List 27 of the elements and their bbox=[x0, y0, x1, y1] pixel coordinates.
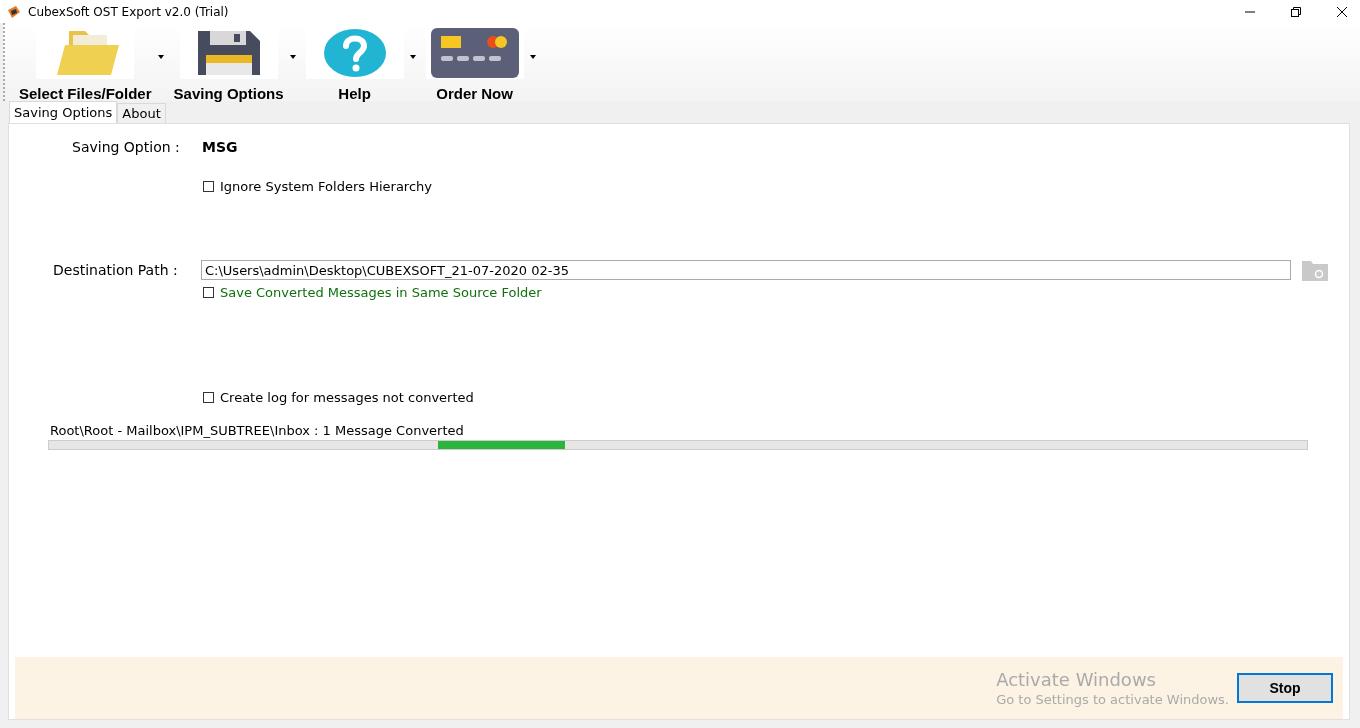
destination-path-label: Destination Path : bbox=[53, 262, 179, 278]
toolbar-button[interactable]: Select Files/Folder bbox=[19, 22, 152, 102]
window-title: CubexSoft OST Export v2.0 (Trial) bbox=[28, 4, 229, 19]
dropdown-caret-icon[interactable] bbox=[289, 55, 296, 59]
credit-card-icon bbox=[430, 27, 519, 78]
help-icon bbox=[322, 27, 387, 78]
dropdown-caret-icon[interactable] bbox=[409, 55, 416, 59]
restore-icon[interactable] bbox=[1290, 5, 1302, 18]
activation-hint: Go to Settings to activate Windows. bbox=[996, 692, 1229, 707]
saving-option-value: MSG bbox=[202, 139, 238, 155]
saving-option-label: Saving Option : bbox=[72, 139, 181, 155]
destination-path-field[interactable]: C:\Users\admin\Desktop\CUBEXSOFT_21-07-2020 02-35 bbox=[201, 260, 1291, 280]
checkbox[interactable] bbox=[203, 287, 214, 298]
checkbox[interactable] bbox=[203, 181, 214, 192]
dropdown-caret-icon[interactable] bbox=[157, 55, 164, 59]
checkbox[interactable] bbox=[203, 392, 214, 403]
tab[interactable]: Saving Options bbox=[9, 101, 118, 123]
checkbox-label: Save Converted Messages in Same Source Folder bbox=[220, 285, 542, 300]
close-icon[interactable] bbox=[1336, 5, 1348, 18]
dropdown-caret-icon[interactable] bbox=[529, 55, 536, 59]
activation-title: Activate Windows bbox=[996, 669, 1157, 690]
tab[interactable]: About bbox=[117, 103, 166, 123]
status-text: Root\Root - Mailbox\IPM_SUBTREE\Inbox : 1 Message Converted bbox=[50, 423, 465, 438]
app-logo-icon bbox=[6, 3, 22, 20]
checkbox-label: Ignore System Folders Hierarchy bbox=[220, 179, 432, 194]
stop-button[interactable]: Stop bbox=[1237, 673, 1333, 703]
checkbox-label: Create log for messages not converted bbox=[220, 390, 474, 405]
